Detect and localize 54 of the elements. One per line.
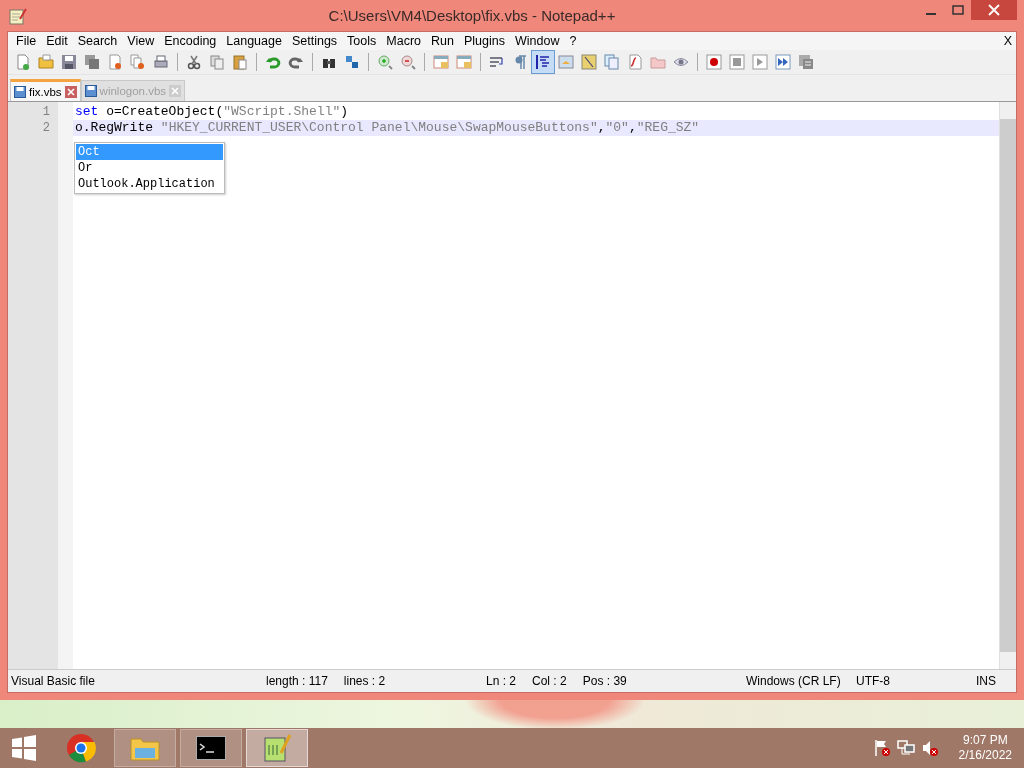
speaker-muted-icon[interactable]: [920, 739, 939, 757]
notepad-icon: [9, 6, 27, 25]
autocomplete-item[interactable]: Or: [76, 160, 223, 176]
window-title: C:\Users\VM4\Desktop\fix.vbs - Notepad++: [327, 7, 617, 24]
menu-item[interactable]: Window: [510, 34, 566, 48]
status-text: Pos : 39: [582, 674, 627, 688]
menu-item[interactable]: Search: [73, 34, 124, 48]
windows-icon: [11, 735, 37, 761]
close-icon: [988, 4, 1000, 16]
status-text: Visual Basic file: [11, 674, 95, 688]
line-number: 1: [41, 104, 51, 120]
play-multiple-icon[interactable]: [772, 51, 794, 73]
menu-item[interactable]: Encoding: [160, 34, 223, 48]
vertical-scrollbar[interactable]: [999, 102, 1016, 669]
play-icon[interactable]: [749, 51, 771, 73]
menu-item[interactable]: File: [12, 34, 43, 48]
status-text: INS: [976, 674, 996, 688]
menu-item[interactable]: Macro: [382, 34, 428, 48]
menu-item[interactable]: View: [123, 34, 161, 48]
save-icon: [84, 85, 97, 97]
close-tab-icon[interactable]: [64, 85, 77, 98]
taskbar-button[interactable]: [180, 729, 242, 767]
clock-date[interactable]: 2/16/2022: [958, 748, 1012, 763]
indent-guide-icon[interactable]: [532, 51, 554, 73]
maximize-icon: [951, 5, 964, 15]
status-text: lines : 2: [343, 674, 386, 688]
browser-icon: [66, 733, 96, 763]
menu-item[interactable]: Plugins: [459, 34, 511, 48]
line-number: 2: [41, 120, 51, 136]
save-icon: [14, 85, 26, 98]
record-icon[interactable]: [703, 51, 725, 73]
status-text: Ln : 2: [486, 674, 517, 688]
file-tab[interactable]: fix.vbs: [10, 79, 81, 101]
status-text: UTF-8: [856, 674, 890, 688]
close-button[interactable]: [971, 0, 1017, 20]
clock-time[interactable]: 9:07 PM: [962, 733, 1008, 748]
notepad-icon: [263, 733, 291, 763]
menu-item[interactable]: Run: [427, 34, 460, 48]
code-line: set o=CreateObject("WScript.Shell"): [74, 104, 350, 120]
autocomplete-item[interactable]: Outlook.Application: [76, 176, 223, 192]
menu-item[interactable]: Language: [222, 34, 288, 48]
menu-item[interactable]: Settings: [287, 34, 344, 48]
terminal-icon: [196, 736, 226, 760]
menu-item[interactable]: Edit: [42, 34, 74, 48]
menu-item[interactable]: Tools: [343, 34, 383, 48]
network-icon[interactable]: [896, 739, 915, 757]
minimize-icon: [925, 13, 936, 15]
stop-icon[interactable]: [726, 51, 748, 73]
menu-item[interactable]: ?: [565, 34, 583, 48]
flag-icon[interactable]: [872, 739, 891, 757]
close-document-button[interactable]: X: [1003, 34, 1016, 48]
status-text: length : 117: [266, 674, 328, 688]
status-text: Windows (CR LF): [746, 674, 841, 688]
status-text: Col : 2: [532, 674, 567, 688]
